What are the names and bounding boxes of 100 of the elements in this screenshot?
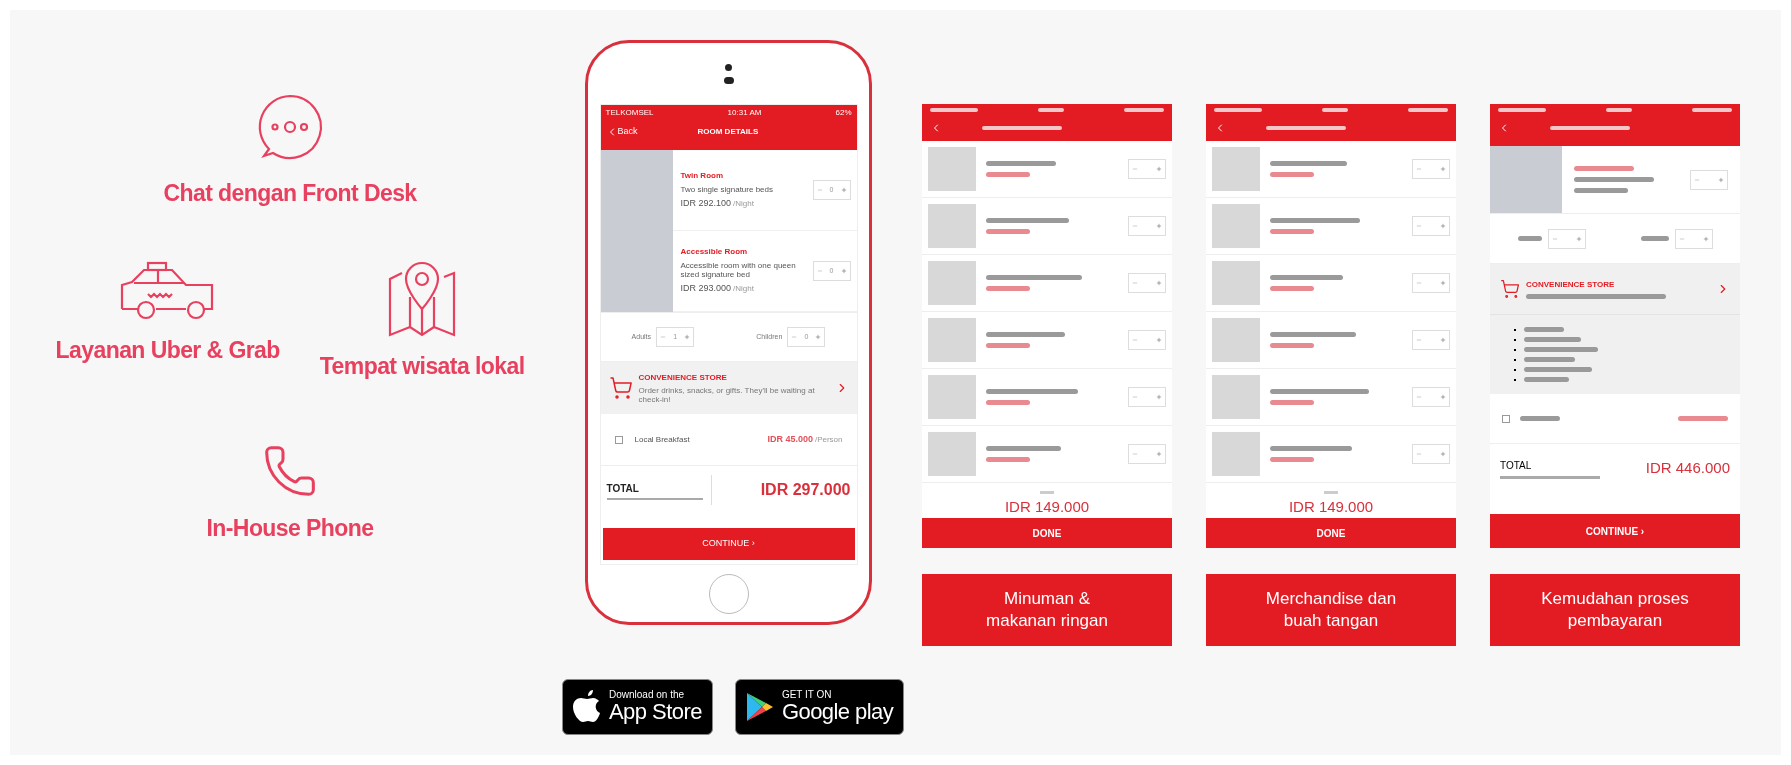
plus-icon[interactable] [1440,337,1446,343]
blurred-text [986,343,1030,348]
quantity-stepper[interactable] [1412,159,1450,179]
minus-icon[interactable] [1416,394,1422,400]
store-badge[interactable]: Download on the App Store [562,679,713,735]
done-button[interactable]: DONE [1206,518,1456,548]
badge-large-text: App Store [609,699,702,725]
checkbox[interactable] [1502,414,1510,423]
minus-icon[interactable] [1416,166,1422,172]
minus-icon[interactable] [1694,176,1700,183]
quantity-stepper[interactable] [1547,228,1586,249]
addon-label: Local Breakfast [634,433,690,446]
room-description: Two single signature beds [680,184,774,194]
continue-button[interactable]: CONTINUE › [602,528,855,560]
plus-icon[interactable] [815,334,822,340]
quantity-stepper[interactable] [1674,228,1713,249]
minus-icon[interactable] [1678,235,1685,242]
plus-icon[interactable] [1440,223,1446,229]
quantity-stepper[interactable] [1128,159,1166,179]
plus-icon[interactable] [840,268,847,274]
feature-label: Tempat wisata lokal [319,351,525,381]
quantity-stepper[interactable] [1412,273,1450,293]
status-bar-text [1692,108,1732,112]
quantity-stepper[interactable] [1128,216,1166,236]
plus-icon[interactable] [1440,280,1446,286]
quantity-stepper[interactable] [1412,444,1450,464]
play-triangle-icon [745,692,774,722]
quantity-stepper[interactable] [1128,444,1166,464]
blurred-text [1270,286,1314,291]
plus-icon[interactable] [1440,394,1446,400]
minus-icon[interactable] [1132,394,1138,400]
store-badge[interactable]: GET IT ON Google play [734,679,905,735]
addon-price: IDR 45.000 [767,432,813,446]
plus-icon[interactable] [1156,280,1162,286]
blurred-text [986,172,1030,177]
battery-text: 62% [835,107,852,119]
quantity-stepper[interactable] [1412,216,1450,236]
convenience-store-banner[interactable]: CONVENIENCE STORE [1490,264,1740,314]
minus-icon[interactable] [1132,337,1138,343]
checkbox[interactable] [614,435,623,444]
minus-icon[interactable] [660,334,667,340]
badge-small-text: Download on the [609,689,686,700]
status-bar-text [1408,108,1448,112]
minus-icon[interactable] [1416,280,1422,286]
caption-text: Minuman & makanan ringan [986,587,1108,632]
minus-icon[interactable] [1132,223,1138,229]
product-photo [1212,261,1260,305]
plus-icon[interactable] [1718,176,1724,183]
plus-icon[interactable] [1575,235,1582,242]
blurred-text [1524,357,1575,362]
plus-icon[interactable] [1156,394,1162,400]
quantity-stepper[interactable] [1412,387,1450,407]
store-subtitle: Order drinks, snacks, or gifts. They'll be waiting at check-in! [638,385,816,405]
done-button[interactable]: DONE [922,518,1172,548]
quantity-stepper[interactable] [1128,330,1166,350]
status-bar-text [1038,108,1064,112]
plus-icon[interactable] [684,334,691,340]
blurred-text [1270,229,1314,234]
minus-icon[interactable] [1416,223,1422,229]
blurred-text [1524,367,1592,372]
quantity-stepper[interactable] [1128,387,1166,407]
minus-icon[interactable] [791,334,798,340]
plus-icon[interactable] [1440,166,1446,172]
convenience-store-banner[interactable]: CONVENIENCE STORE Order drinks, snacks, or gifts. They'll be waiting at check-in! [600,362,857,414]
minus-icon[interactable] [1132,166,1138,172]
minus-icon[interactable] [1132,280,1138,286]
product-photo [928,147,976,191]
plus-icon[interactable] [1702,235,1709,242]
blurred-text [1270,457,1314,462]
continue-button[interactable]: CONTINUE › [1490,514,1740,548]
minus-icon[interactable] [816,187,823,193]
product-photo [1212,318,1260,362]
plus-icon[interactable] [1156,166,1162,172]
plus-icon[interactable] [1440,451,1446,457]
minus-icon[interactable] [1551,235,1558,242]
total-amount: IDR 446.000 [1645,457,1730,478]
minus-icon[interactable] [1416,451,1422,457]
minus-icon[interactable] [1132,451,1138,457]
total-label: TOTAL [606,481,640,496]
quantity-stepper[interactable] [1128,273,1166,293]
minus-icon[interactable] [816,268,823,274]
quantity-stepper[interactable] [1690,169,1728,190]
plus-icon[interactable] [1156,451,1162,457]
blurred-text [986,286,1030,291]
status-bar-text [1322,108,1348,112]
back-button[interactable]: Back [605,125,638,139]
quantity-stepper[interactable] [1412,330,1450,350]
carrier-text: TELKOMSEL [605,107,654,119]
minus-icon[interactable] [1416,337,1422,343]
plus-icon[interactable] [1156,337,1162,343]
status-bar-text [930,108,978,112]
feature-label: In-House Phone [206,514,374,543]
speaker-icon [723,76,734,84]
plus-icon[interactable] [1156,223,1162,229]
status-bar-text [1498,108,1546,112]
plus-icon[interactable] [840,187,847,193]
cart-icon [608,376,633,400]
price-unit: /Night [733,197,754,210]
blurred-text [1574,188,1628,193]
caption-text: Merchandise dan buah tangan [1265,587,1397,632]
